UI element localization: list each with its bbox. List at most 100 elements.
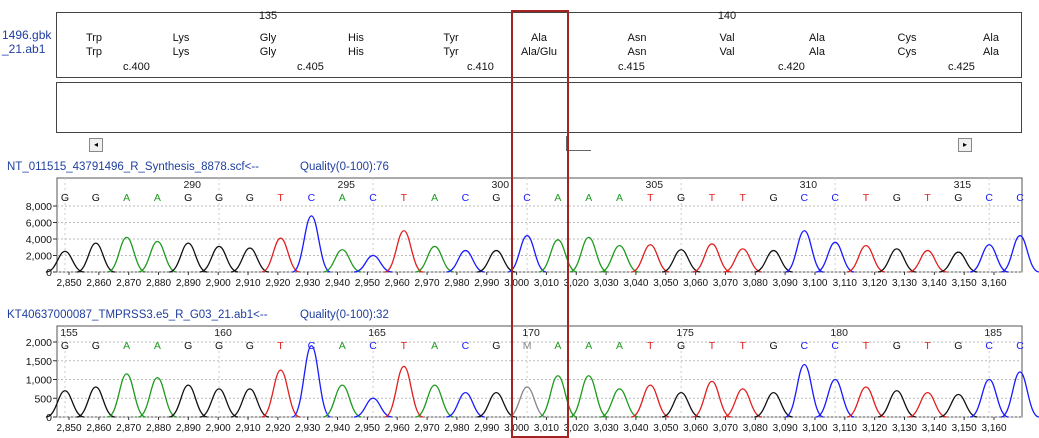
base-call: G xyxy=(215,192,223,204)
x-tick-label: 2,900 xyxy=(206,423,231,434)
base-call: G xyxy=(92,340,100,352)
trace-peak xyxy=(230,388,270,418)
trace-peak xyxy=(138,376,177,418)
x-tick-label: 3,130 xyxy=(892,278,917,289)
trace-peak xyxy=(600,388,639,418)
scroll-thumb[interactable] xyxy=(566,136,591,151)
x-tick-label: 3,140 xyxy=(922,278,947,289)
reference-amino-acid: Lys xyxy=(172,32,190,44)
base-number: 295 xyxy=(337,179,355,191)
cdna-position-label: c.420 xyxy=(778,61,805,73)
x-tick-label: 2,880 xyxy=(146,278,171,289)
trace-peak xyxy=(168,384,208,418)
reference-amino-acid: Ala xyxy=(809,32,825,44)
x-tick-label: 3,130 xyxy=(892,423,917,434)
y-tick-label: 6,000 xyxy=(26,218,52,230)
sample-amino-acid: Val xyxy=(719,46,735,58)
base-call: T xyxy=(401,340,408,352)
x-tick-label: 2,960 xyxy=(385,278,410,289)
base-call: G xyxy=(61,192,69,204)
trace-peak xyxy=(846,244,886,273)
base-call: C xyxy=(369,340,377,352)
base-call: G xyxy=(677,192,685,204)
x-tick-label: 2,850 xyxy=(56,278,81,289)
trace-peak xyxy=(446,391,485,418)
x-tick-label: 3,120 xyxy=(862,423,887,434)
base-number: 315 xyxy=(954,179,972,191)
cdna-position-label: c.405 xyxy=(297,61,324,73)
trace-peak xyxy=(384,230,424,273)
x-tick-label: 2,860 xyxy=(86,423,111,434)
x-tick-label: 3,080 xyxy=(743,423,768,434)
base-call: G xyxy=(954,192,962,204)
sample-amino-acid: Ala xyxy=(983,46,999,58)
base-call: G xyxy=(492,340,500,352)
x-tick-label: 3,090 xyxy=(773,278,798,289)
base-call: G xyxy=(893,192,901,204)
x-tick-label: 2,910 xyxy=(236,278,261,289)
x-tick-label: 3,150 xyxy=(952,278,977,289)
scroll-right-button[interactable]: ▸ xyxy=(958,138,972,152)
x-tick-label: 3,050 xyxy=(653,278,678,289)
trace2-filename[interactable]: KT40637000087_TMPRSS3.e5_R_G03_21.ab1<-- xyxy=(7,309,268,321)
trace-peak xyxy=(815,241,855,273)
x-tick-label: 2,870 xyxy=(116,423,141,434)
y-tick-label: 500 xyxy=(34,393,52,405)
base-call: A xyxy=(585,192,592,204)
x-tick-label: 3,090 xyxy=(773,423,798,434)
base-call: G xyxy=(246,192,254,204)
trace-peak xyxy=(415,384,454,418)
trace-peak xyxy=(107,373,146,418)
base-call: C xyxy=(1016,192,1024,204)
trace-peak xyxy=(631,244,670,273)
x-tick-label: 2,890 xyxy=(176,423,201,434)
base-number: 300 xyxy=(492,179,510,191)
base-number: 175 xyxy=(676,327,694,339)
trace-peak xyxy=(877,248,917,273)
base-call: T xyxy=(709,192,716,204)
base-call: T xyxy=(277,340,284,352)
sequence-name-reference[interactable]: 1496.gbk xyxy=(2,28,51,42)
x-tick-label: 2,910 xyxy=(236,423,261,434)
reference-amino-acid: Gly xyxy=(259,32,277,44)
trace-peak xyxy=(600,244,639,273)
base-call: C xyxy=(308,192,316,204)
base-call: G xyxy=(184,192,192,204)
base-call: C xyxy=(801,340,809,352)
trace-peak xyxy=(631,384,670,418)
x-tick-label: 2,990 xyxy=(474,278,499,289)
sample-amino-acid: Trp xyxy=(85,46,103,58)
trace1-filename[interactable]: NT_011515_43791496_R_Synthesis_8878.scf<… xyxy=(7,161,259,173)
base-call: C xyxy=(369,192,377,204)
base-number: 185 xyxy=(984,327,1002,339)
sample-amino-acid: Cys xyxy=(897,46,917,58)
base-call: T xyxy=(924,192,931,204)
base-number: 155 xyxy=(60,327,78,339)
x-tick-label: 3,080 xyxy=(743,278,768,289)
trace-peak xyxy=(292,215,331,273)
trace-peak xyxy=(107,236,146,273)
base-call: T xyxy=(401,192,408,204)
base-number: 310 xyxy=(800,179,818,191)
reference-amino-acid: Tyr xyxy=(443,32,459,44)
scroll-left-button[interactable]: ◂ xyxy=(89,138,103,152)
base-call: G xyxy=(769,340,777,352)
base-call: A xyxy=(154,192,161,204)
x-tick-label: 2,940 xyxy=(325,423,350,434)
trace-peak xyxy=(784,230,824,273)
x-tick-label: 2,960 xyxy=(385,423,410,434)
trace-peak xyxy=(261,369,301,418)
trace-peak xyxy=(477,391,516,418)
x-tick-label: 2,980 xyxy=(444,278,469,289)
base-call: T xyxy=(647,340,654,352)
sequence-name-sample[interactable]: _21.ab1 xyxy=(2,42,45,56)
base-call: C xyxy=(831,192,839,204)
base-call: T xyxy=(924,340,931,352)
y-tick-label: 2,000 xyxy=(26,337,52,349)
base-call: C xyxy=(801,192,809,204)
trace-peak xyxy=(569,375,609,418)
x-tick-label: 3,110 xyxy=(833,423,858,434)
trace-peak xyxy=(322,384,362,418)
base-call: C xyxy=(985,340,993,352)
base-call: G xyxy=(184,340,192,352)
